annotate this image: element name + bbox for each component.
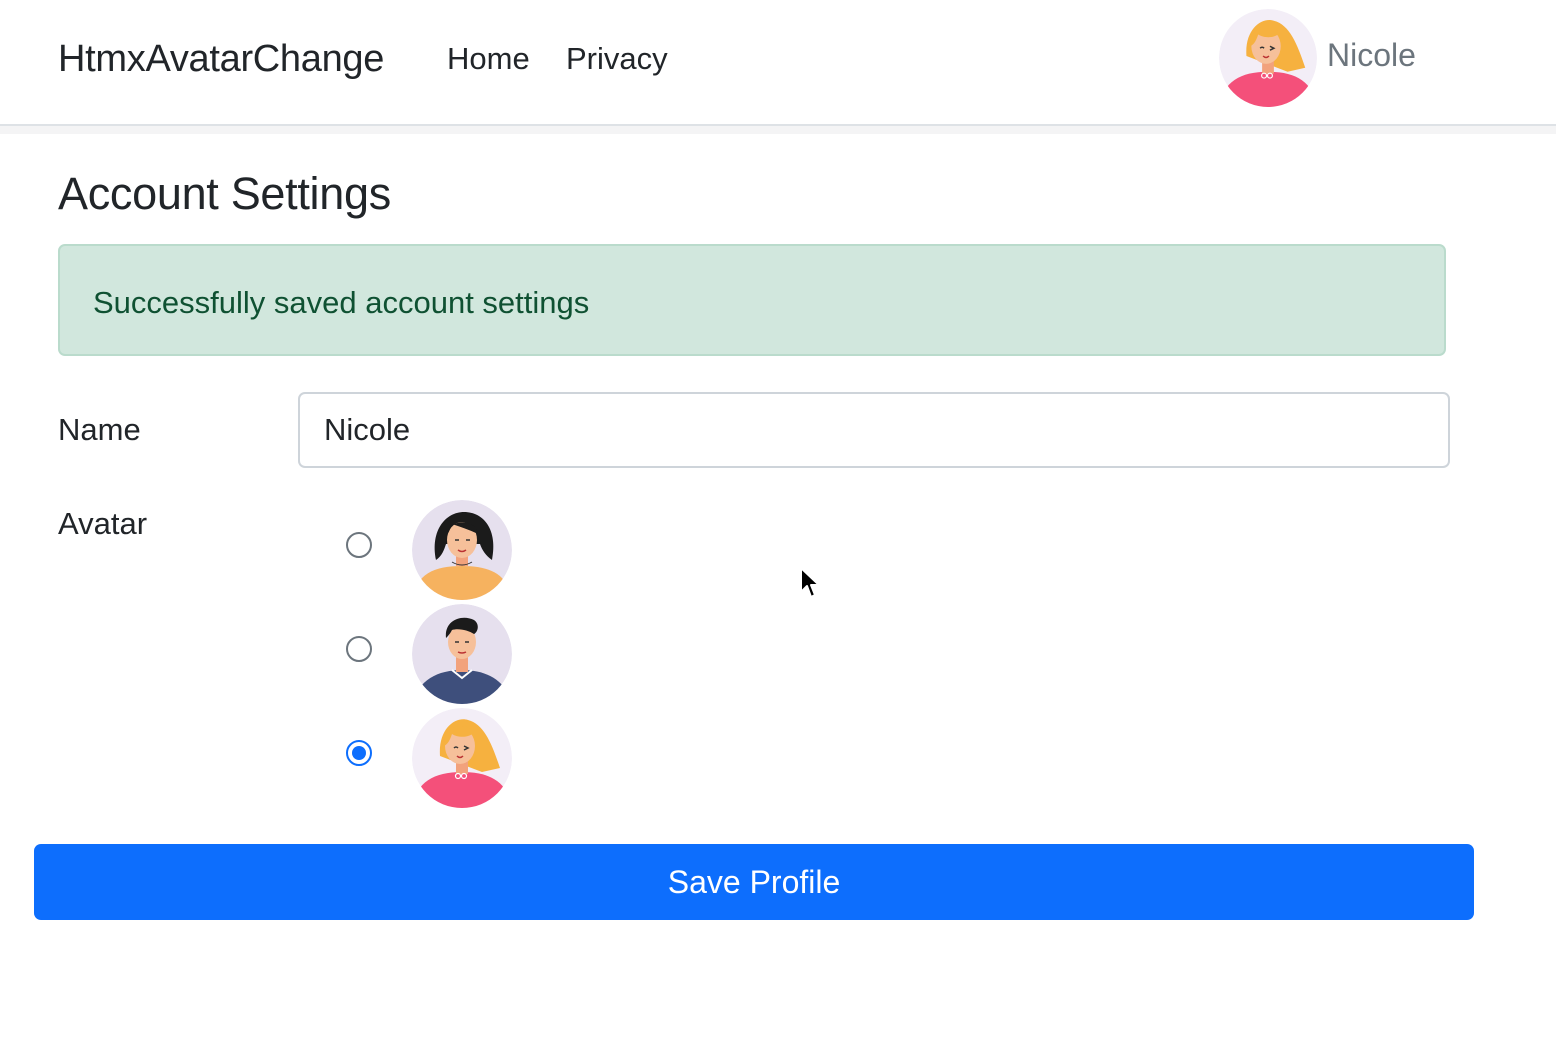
save-profile-button[interactable]: Save Profile [34, 844, 1474, 920]
avatar-radio-2[interactable] [346, 636, 372, 662]
brand-link[interactable]: HtmxAvatarChange [58, 38, 384, 81]
avatar-radio-3[interactable] [346, 740, 372, 766]
navbar-divider [0, 126, 1556, 134]
avatar-radio-1[interactable] [346, 532, 372, 558]
name-input[interactable] [298, 392, 1450, 468]
page-title: Account Settings [58, 168, 391, 219]
woman-blonde-avatar-icon[interactable] [412, 708, 512, 808]
avatar-label: Avatar [58, 506, 148, 541]
name-label: Name [58, 412, 141, 447]
user-name[interactable]: Nicole [1327, 37, 1416, 74]
woman-dark-hair-avatar-icon[interactable] [412, 500, 512, 600]
success-alert: Successfully saved account settings [58, 244, 1446, 356]
mouse-cursor-icon [799, 566, 821, 605]
alert-message: Successfully saved account settings [93, 285, 590, 320]
navbar: HtmxAvatarChange Home Privacy Nicole [0, 0, 1556, 126]
nav-link-privacy[interactable]: Privacy [566, 41, 668, 77]
man-dark-hair-avatar-icon[interactable] [412, 604, 512, 704]
nav-link-home[interactable]: Home [447, 41, 530, 77]
woman-blonde-avatar-icon[interactable] [1219, 9, 1317, 107]
